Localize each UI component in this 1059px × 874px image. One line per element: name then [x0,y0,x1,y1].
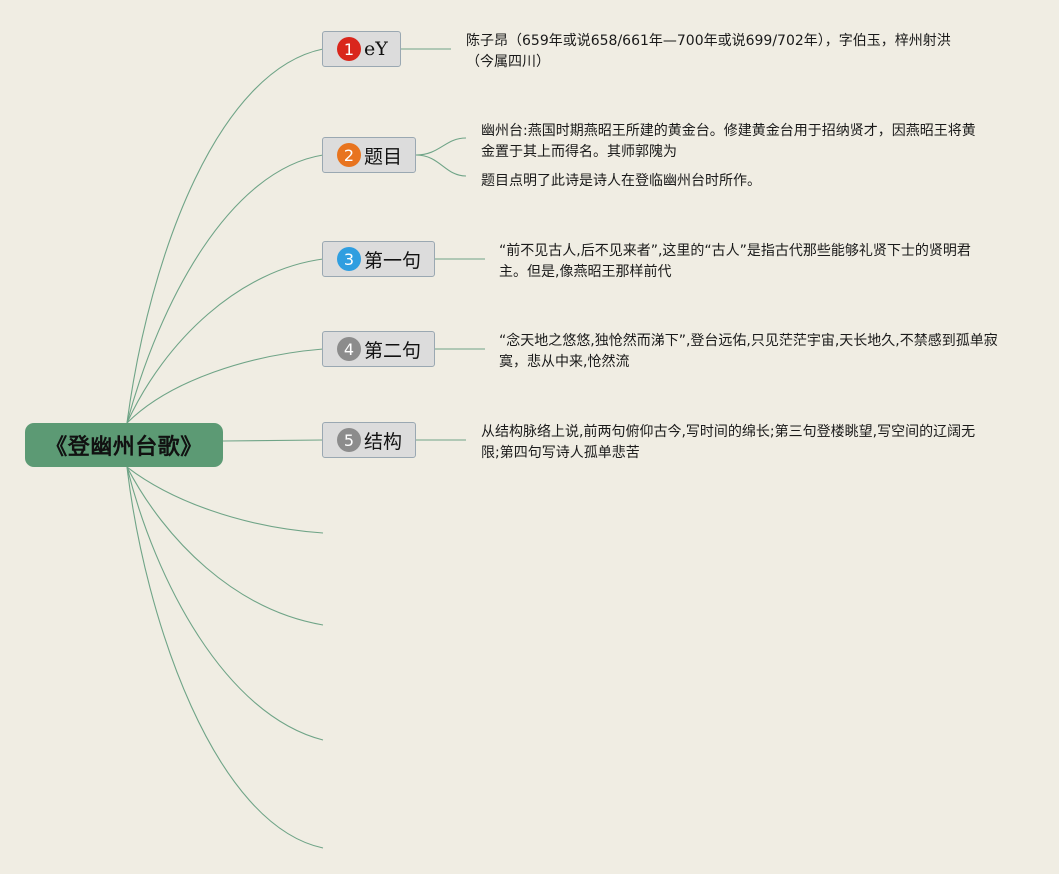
root-topic[interactable]: 《登幽州台歌》 [25,423,223,467]
topic-author[interactable]: 1 eY [322,31,401,67]
topic-line-two-label: 第二句 [364,339,422,362]
topic-title[interactable]: 2 题目 [322,137,416,173]
note-line-two[interactable]: “念天地之悠悠,独怆然而涕下”,登台远佑,只见茫茫宇宙,天长地久,不禁感到孤单寂… [499,331,999,373]
link-node2-note-b [415,154,467,177]
number-2-badge-icon: 2 [337,143,361,167]
topic-author-label: eY [364,38,388,60]
number-5-badge-icon: 5 [337,428,361,452]
link-root-node1 [126,48,324,424]
topic-structure[interactable]: 5 结构 [322,422,416,458]
link-root-node4 [126,348,324,424]
link-root-empty1 [126,466,324,534]
topic-line-one-label: 第一句 [364,249,422,272]
topic-line-one[interactable]: 3 第一句 [322,241,435,277]
note-title-purpose[interactable]: 题目点明了此诗是诗人在登临幽州台时所作。 [481,171,981,192]
note-line-one[interactable]: “前不见古人,后不见来者”,这里的“古人”是指古代那些能够礼贤下士的贤明君主。但… [499,241,994,283]
note-author[interactable]: 陈子昂（659年或说658/661年—700年或说699/702年），字伯玉，梓… [466,31,961,73]
number-4-badge-icon: 4 [337,337,361,361]
note-structure[interactable]: 从结构脉络上说,前两句俯仰古今,写时间的绵长;第三句登楼眺望,写空间的辽阔无限;… [481,422,981,464]
root-title: 《登幽州台歌》 [45,435,203,460]
number-3-badge-icon: 3 [337,247,361,271]
link-root-node2 [126,154,324,424]
note-title-meaning[interactable]: 幽州台:燕国时期燕昭王所建的黄金台。修建黄金台用于招纳贤才，因燕昭王将黄金置于其… [481,121,981,163]
link-root-empty2 [126,466,324,626]
link-root-node5 [222,439,324,442]
topic-title-label: 题目 [364,145,403,168]
topic-line-two[interactable]: 4 第二句 [322,331,435,367]
link-root-empty4 [126,466,324,849]
topic-structure-label: 结构 [364,430,403,453]
link-node2-note-a [415,137,467,156]
number-1-badge-icon: 1 [337,37,361,61]
link-root-empty3 [126,466,324,741]
